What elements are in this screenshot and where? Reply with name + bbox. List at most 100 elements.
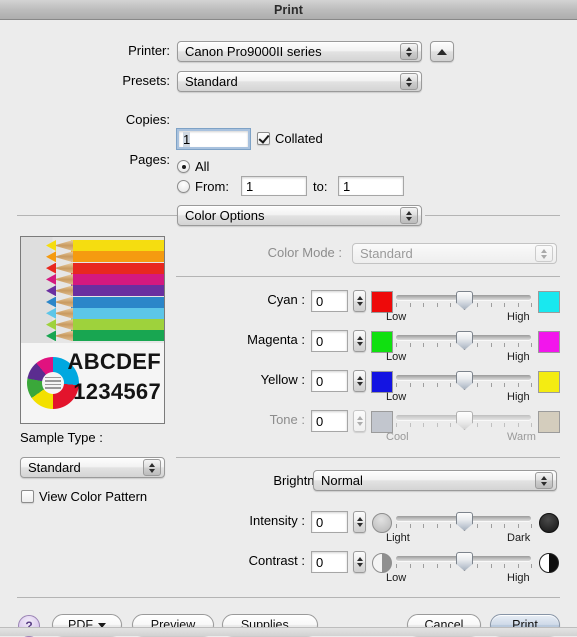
yellow-slider[interactable]: [396, 371, 532, 390]
intensity-input-value: 0: [316, 514, 324, 530]
view-color-pattern-row[interactable]: View Color Pattern: [21, 489, 147, 504]
sample-type-select[interactable]: Standard: [20, 457, 165, 478]
tone-high-label: Warm: [507, 431, 536, 443]
intensity-input[interactable]: 0: [311, 511, 348, 533]
magenta-label: Magenta :: [247, 332, 305, 347]
magenta-input[interactable]: 0: [311, 330, 348, 352]
pages-all-row[interactable]: All: [177, 159, 209, 174]
tone-low-swatch: [371, 411, 393, 433]
pencil-row: [46, 296, 164, 308]
cyan-low-swatch: [371, 291, 393, 313]
intensity-low-icon: [372, 513, 392, 533]
sample-text-letters: ABCDEF: [67, 349, 161, 374]
view-color-pattern-label: View Color Pattern: [39, 489, 148, 504]
printer-label-wrap: Printer:: [0, 43, 170, 58]
pencil-row: [46, 285, 164, 297]
divider-right: [425, 215, 560, 216]
contrast-low-icon: [372, 553, 392, 573]
pages-from-radio[interactable]: [177, 180, 190, 193]
printer-eject-button[interactable]: [430, 41, 454, 62]
pencil-row: [46, 262, 164, 274]
sample-type-label: Sample Type :: [20, 430, 103, 445]
cyan-stepper[interactable]: [353, 290, 366, 312]
intensity-slider[interactable]: [396, 512, 532, 531]
chevron-updown-icon: [400, 73, 418, 90]
yellow-input-value: 0: [316, 373, 324, 389]
triangle-up-icon: [437, 48, 447, 55]
intensity-label: Intensity :: [249, 513, 305, 528]
cyan-input-value: 0: [316, 293, 324, 309]
intensity-label-wrap: Intensity :: [190, 513, 305, 528]
printer-select-value: Canon Pro9000II series: [185, 44, 322, 59]
yellow-label: Yellow :: [260, 372, 305, 387]
contrast-high-label: High: [507, 572, 530, 584]
magenta-slider[interactable]: [396, 331, 532, 350]
copies-input-value: 1: [183, 131, 191, 147]
sample-type-select-value: Standard: [28, 460, 81, 475]
collated-checkbox-row[interactable]: Collated: [257, 131, 323, 146]
color-mode-select-value: Standard: [360, 246, 413, 261]
pane-selector[interactable]: Color Options: [177, 205, 422, 226]
contrast-slider[interactable]: [396, 552, 532, 571]
pencil-row: [46, 273, 164, 285]
magenta-stepper[interactable]: [353, 330, 366, 352]
pencil-row: [46, 307, 164, 319]
intensity-stepper[interactable]: [353, 511, 366, 533]
collated-checkbox[interactable]: [257, 132, 270, 145]
magenta-high-swatch: [538, 331, 560, 353]
pages-to-label-wrap: to:: [313, 179, 327, 194]
presets-select[interactable]: Standard: [177, 71, 422, 92]
tone-low-label: Cool: [386, 431, 409, 443]
presets-label: Presets:: [122, 73, 170, 88]
cyan-slider[interactable]: [396, 291, 532, 310]
intensity-low-label: Light: [386, 532, 410, 544]
dialog-body: Printer: Canon Pro9000II series Presets:…: [0, 20, 577, 637]
pages-label-wrap: Pages:: [0, 152, 170, 167]
tone-high-swatch: [538, 411, 560, 433]
chevron-updown-icon: [535, 245, 553, 262]
print-dialog-window: Print Printer: Canon Pro9000II series Pr…: [0, 0, 577, 637]
magenta-label-wrap: Magenta :: [190, 332, 305, 347]
brightness-select-value: Normal: [321, 473, 363, 488]
yellow-high-label: High: [507, 391, 530, 403]
tone-input-value: 0: [316, 413, 324, 429]
contrast-high-icon: [539, 553, 559, 573]
chevron-updown-icon: [400, 43, 418, 60]
chevron-updown-icon: [400, 207, 418, 224]
sample-text-digits: 1234567: [73, 379, 161, 404]
contrast-input[interactable]: 0: [311, 551, 348, 573]
pages-all-radio[interactable]: [177, 160, 190, 173]
divider-brightness: [176, 457, 560, 458]
titlebar: Print: [0, 0, 577, 20]
contrast-label-wrap: Contrast :: [190, 553, 305, 568]
color-mode-select: Standard: [352, 243, 557, 264]
pages-to-input[interactable]: 1: [338, 176, 404, 196]
yellow-stepper[interactable]: [353, 370, 366, 392]
yellow-low-label: Low: [386, 391, 407, 403]
brightness-select[interactable]: Normal: [313, 470, 557, 491]
pages-from-input[interactable]: 1: [241, 176, 307, 196]
pane-selector-value: Color Options: [185, 208, 265, 223]
copies-input[interactable]: 1: [176, 128, 251, 150]
presets-select-value: Standard: [185, 74, 238, 89]
pencil-row: [46, 251, 164, 263]
pages-from-row[interactable]: From:: [177, 179, 229, 194]
tone-slider: [396, 411, 532, 430]
contrast-stepper[interactable]: [353, 551, 366, 573]
yellow-input[interactable]: 0: [311, 370, 348, 392]
intensity-high-label: Dark: [507, 532, 531, 544]
cyan-input[interactable]: 0: [311, 290, 348, 312]
contrast-low-label: Low: [386, 572, 407, 584]
sample-preview: ABCDEF 1234567: [20, 236, 165, 424]
divider-color-mode: [176, 276, 560, 277]
printer-select[interactable]: Canon Pro9000II series: [177, 41, 422, 62]
pages-from-label: From:: [195, 179, 229, 194]
pencil-row: [46, 330, 164, 342]
donut-hole: [41, 371, 65, 395]
cyan-label-wrap: Cyan :: [190, 292, 305, 307]
pencil-row: [46, 319, 164, 331]
view-color-pattern-checkbox[interactable]: [21, 490, 34, 503]
yellow-label-wrap: Yellow :: [190, 372, 305, 387]
tone-label-wrap: Tone :: [190, 412, 305, 427]
color-mode-label: Color Mode :: [267, 245, 342, 260]
